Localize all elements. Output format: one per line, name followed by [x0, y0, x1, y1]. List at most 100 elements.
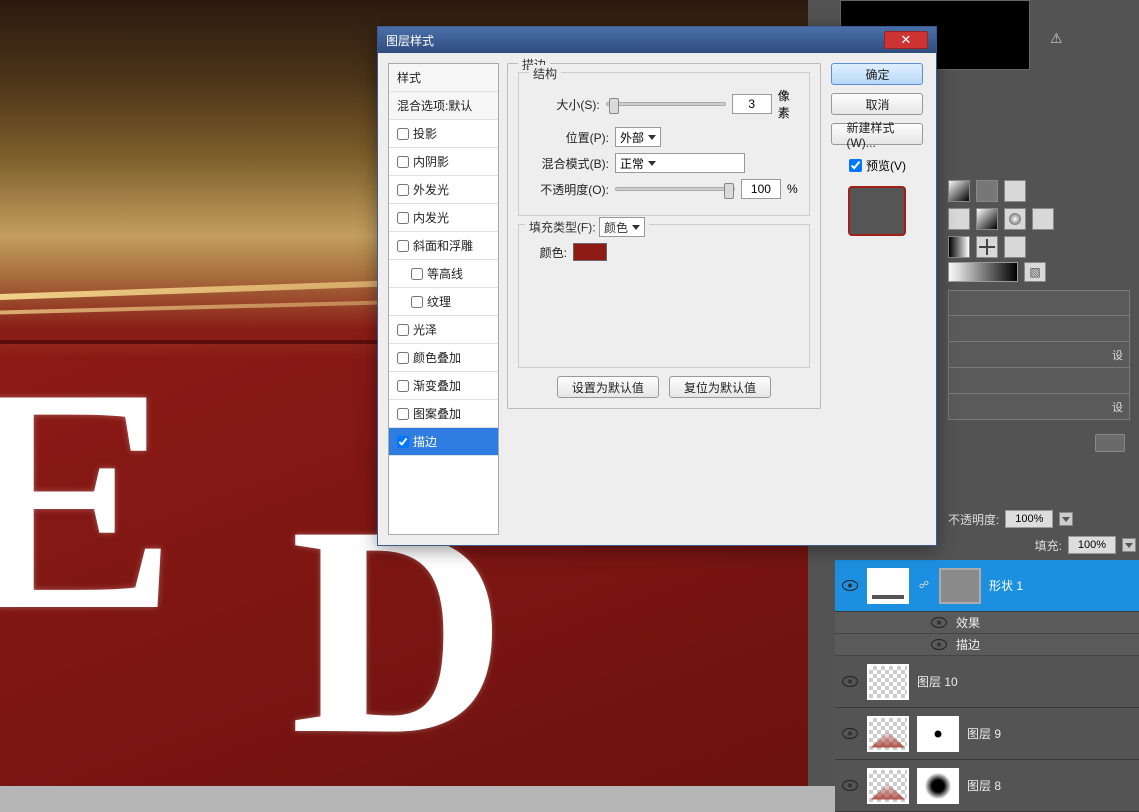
layers-panel: ☍ 形状 1 效果 描边 图层 10 图层 9 图层 8 — [835, 560, 1139, 812]
style-item[interactable]: 斜面和浮雕 — [389, 232, 498, 260]
adjustment-icon-grid — [948, 180, 1054, 264]
size-input[interactable] — [732, 94, 772, 114]
position-select[interactable]: 外部 — [615, 127, 661, 147]
layer-name[interactable]: 图层 9 — [967, 725, 1001, 742]
style-item-stroke[interactable]: 描边 — [389, 428, 498, 456]
panel-slot[interactable]: 设 — [948, 342, 1130, 368]
fill-dropdown-icon[interactable] — [1122, 538, 1136, 552]
style-checkbox[interactable] — [397, 128, 409, 140]
reset-default-button[interactable]: 复位为默认值 — [669, 376, 771, 398]
filltype-select[interactable]: 颜色 — [599, 217, 645, 237]
style-item[interactable]: 内发光 — [389, 204, 498, 232]
layer-thumb[interactable] — [867, 716, 909, 752]
new-style-button[interactable]: 新建样式(W)... — [831, 123, 923, 145]
opacity-slider[interactable] — [615, 187, 735, 191]
fx-stroke-label: 描边 — [956, 636, 980, 653]
panel-tab-icon[interactable] — [1095, 434, 1125, 452]
balance-icon[interactable] — [1004, 208, 1026, 230]
panel-slot[interactable] — [948, 290, 1130, 316]
layer-fill-row: 填充: — [980, 536, 1136, 554]
style-item[interactable]: 投影 — [389, 120, 498, 148]
set-default-button[interactable]: 设置为默认值 — [557, 376, 659, 398]
style-checkbox[interactable] — [397, 380, 409, 392]
layer-row-selected[interactable]: ☍ 形状 1 — [835, 560, 1139, 612]
preview-checkbox[interactable] — [849, 159, 862, 172]
panel-slot[interactable]: 设 — [948, 394, 1130, 420]
style-checkbox[interactable] — [397, 436, 409, 448]
dropdown-icon — [648, 161, 656, 166]
cancel-button[interactable]: 取消 — [831, 93, 923, 115]
layer-row[interactable]: 图层 10 — [835, 656, 1139, 708]
layer-mask-thumb[interactable] — [917, 716, 959, 752]
panel-slot[interactable] — [948, 316, 1130, 342]
gradient-clear-icon[interactable]: ▧ — [1024, 262, 1046, 282]
threshold-icon[interactable] — [1004, 236, 1026, 258]
style-checkbox[interactable] — [397, 240, 409, 252]
style-checkbox[interactable] — [397, 324, 409, 336]
levels-icon[interactable] — [976, 180, 998, 202]
layer-name[interactable]: 形状 1 — [989, 577, 1023, 594]
style-checkbox[interactable] — [397, 408, 409, 420]
layer-opacity-input[interactable] — [1005, 510, 1053, 528]
fx-stroke-row[interactable]: 描边 — [835, 634, 1139, 656]
hue-icon[interactable] — [976, 208, 998, 230]
panel-slot[interactable] — [948, 368, 1130, 394]
dialog-titlebar[interactable]: 图层样式 ✕ — [378, 27, 936, 53]
layer-row[interactable]: 图层 9 — [835, 708, 1139, 760]
stroke-color-swatch[interactable] — [573, 243, 607, 261]
style-item[interactable]: 渐变叠加 — [389, 372, 498, 400]
style-item[interactable]: 图案叠加 — [389, 400, 498, 428]
size-label: 大小(S): — [529, 96, 600, 113]
visibility-eye-icon[interactable] — [841, 675, 859, 689]
link-icon[interactable]: ☍ — [917, 579, 931, 593]
style-checkbox[interactable] — [411, 268, 423, 280]
gradient-preview[interactable] — [948, 262, 1018, 282]
style-list-header[interactable]: 样式 — [389, 64, 498, 92]
dropdown-icon — [648, 135, 656, 140]
opacity-dropdown-icon[interactable] — [1059, 512, 1073, 526]
size-slider[interactable] — [606, 102, 726, 106]
bw-icon[interactable] — [1032, 208, 1054, 230]
structure-group: 结构 大小(S): 像素 位置(P): 外部 混合模式(B): 正常 — [518, 72, 810, 216]
fx-sub-row[interactable]: 效果 — [835, 612, 1139, 634]
style-checkbox[interactable] — [397, 184, 409, 196]
curves-icon[interactable] — [1004, 180, 1026, 202]
ok-button[interactable]: 确定 — [831, 63, 923, 85]
structure-legend: 结构 — [529, 65, 561, 82]
dialog-center: 描边 结构 大小(S): 像素 位置(P): 外部 混合模式(B): — [507, 63, 821, 535]
gradient-map-icon[interactable] — [948, 236, 970, 258]
preview-checkbox-row[interactable]: 预览(V) — [849, 157, 906, 174]
layer-thumb[interactable] — [867, 568, 909, 604]
opacity-unit: % — [787, 182, 798, 196]
selective-color-icon[interactable] — [976, 236, 998, 258]
visibility-eye-icon[interactable] — [930, 616, 948, 630]
visibility-eye-icon[interactable] — [841, 727, 859, 741]
style-item[interactable]: 外发光 — [389, 176, 498, 204]
fill-label: 填充: — [1035, 537, 1062, 554]
visibility-eye-icon[interactable] — [841, 579, 859, 593]
style-checkbox[interactable] — [397, 212, 409, 224]
style-item[interactable]: 内阴影 — [389, 148, 498, 176]
layer-fill-input[interactable] — [1068, 536, 1116, 554]
layer-row[interactable]: 图层 8 — [835, 760, 1139, 812]
blend-options-row[interactable]: 混合选项:默认 — [389, 92, 498, 120]
layer-name[interactable]: 图层 10 — [917, 673, 958, 690]
blendmode-select[interactable]: 正常 — [615, 153, 745, 173]
opacity-input[interactable] — [741, 179, 781, 199]
style-item[interactable]: 等高线 — [389, 260, 498, 288]
vector-mask-thumb[interactable] — [939, 568, 981, 604]
opacity-label: 不透明度: — [948, 511, 999, 528]
exposure-icon[interactable] — [948, 208, 970, 230]
style-checkbox[interactable] — [397, 156, 409, 168]
style-item[interactable]: 纹理 — [389, 288, 498, 316]
visibility-eye-icon[interactable] — [930, 638, 948, 652]
filltype-group: 填充类型(F): 颜色 颜色: — [518, 224, 810, 368]
style-item[interactable]: 光泽 — [389, 316, 498, 344]
close-button[interactable]: ✕ — [884, 31, 928, 49]
stroke-group: 描边 结构 大小(S): 像素 位置(P): 外部 混合模式(B): — [507, 63, 821, 409]
layer-thumb[interactable] — [867, 664, 909, 700]
style-checkbox[interactable] — [397, 352, 409, 364]
style-item[interactable]: 颜色叠加 — [389, 344, 498, 372]
style-checkbox[interactable] — [411, 296, 423, 308]
contrast-icon[interactable] — [948, 180, 970, 202]
